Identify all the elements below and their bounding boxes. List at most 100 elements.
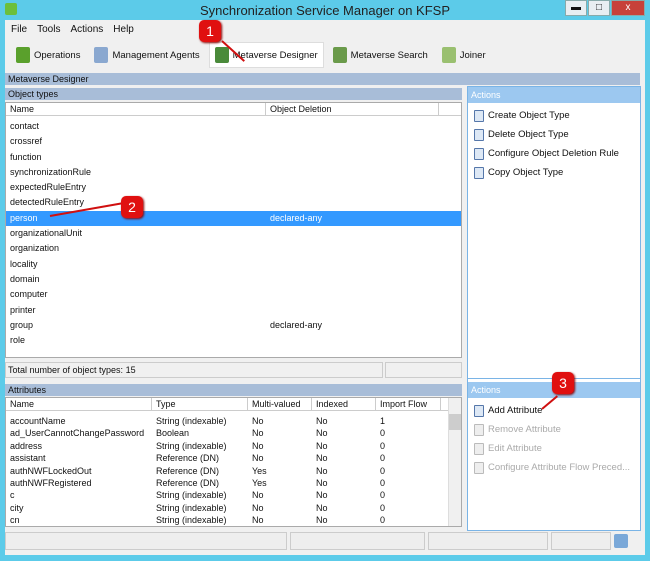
- attribute-cell: city: [10, 502, 24, 513]
- metaverse-search-button[interactable]: Metaverse Search: [328, 42, 433, 68]
- object-type-name: organization: [10, 243, 60, 254]
- object-type-row[interactable]: domain: [6, 272, 461, 287]
- close-button[interactable]: x: [611, 0, 645, 16]
- object-type-row[interactable]: crossref: [6, 134, 461, 149]
- object-type-row[interactable]: function: [6, 150, 461, 165]
- attribute-cell: No: [316, 502, 328, 513]
- attribute-row[interactable]: ad_UserCannotChangePassword Boolean No No 0: [6, 427, 448, 439]
- column-indexed[interactable]: Indexed: [312, 398, 376, 410]
- attribute-cell: String (indexable): [156, 440, 227, 451]
- metaverse-designer-label: Metaverse Designer: [232, 49, 318, 61]
- attribute-row[interactable]: assistant Reference (DN) No No 0: [6, 452, 448, 464]
- actions_top-item[interactable]: Create Object Type: [468, 106, 640, 125]
- joiner-label: Joiner: [459, 49, 486, 61]
- actions_top-item[interactable]: Delete Object Type: [468, 125, 640, 144]
- attribute-cell: No: [252, 502, 264, 513]
- attribute-row[interactable]: accountName String (indexable) No No 1: [6, 415, 448, 427]
- attribute-row[interactable]: address String (indexable) No No 0: [6, 440, 448, 452]
- attribute-cell: authNWFLockedOut: [10, 465, 92, 476]
- attribute-cell: No: [316, 490, 328, 501]
- object-type-row[interactable]: expectedRuleEntry: [6, 180, 461, 195]
- metaverse-designer-icon: [214, 47, 229, 63]
- column-import-flow[interactable]: Import Flow: [376, 398, 441, 410]
- object-type-row[interactable]: role: [6, 333, 461, 348]
- object-types-list[interactable]: Name Object Deletion contact crossref func…: [5, 102, 462, 358]
- action-label: Delete Object Type: [488, 129, 569, 140]
- object-type-name: synchronizationRule: [10, 166, 92, 177]
- attribute-row[interactable]: authNWFLockedOut Reference (DN) Yes No 0: [6, 465, 448, 477]
- attribute-cell: No: [252, 428, 264, 439]
- column-attr-name[interactable]: Name: [6, 398, 152, 410]
- connection-status-icon: [614, 534, 628, 548]
- object-type-row[interactable]: person declared-any: [6, 210, 461, 227]
- attribute-cell: Reference (DN): [156, 477, 220, 488]
- joiner-button[interactable]: Joiner: [437, 42, 491, 68]
- column-multi-valued[interactable]: Multi-valued: [248, 398, 312, 410]
- object-type-row[interactable]: computer: [6, 287, 461, 302]
- actions_top-item[interactable]: Copy Object Type: [468, 163, 640, 182]
- column-object-deletion[interactable]: Object Deletion: [266, 103, 439, 115]
- menu-actions[interactable]: Actions: [70, 22, 103, 38]
- attribute-cell: 0: [380, 490, 386, 501]
- attribute-cell: assistant: [10, 453, 46, 464]
- attribute-cell: accountName: [10, 416, 66, 426]
- object-type-row[interactable]: organization: [6, 241, 461, 256]
- menu-tools[interactable]: Tools: [37, 22, 60, 38]
- actions_bottom-item[interactable]: Remove Attribute: [468, 420, 640, 439]
- maximize-button[interactable]: □: [588, 0, 610, 16]
- actions_bottom-item[interactable]: Add Attribute: [468, 401, 640, 420]
- object-type-row[interactable]: contact: [6, 119, 461, 134]
- attribute-cell: 0: [380, 453, 386, 464]
- attribute-cell: String (indexable): [156, 416, 227, 426]
- object-type-name: expectedRuleEntry: [10, 182, 87, 193]
- object-type-name: group: [10, 319, 34, 330]
- menu-file[interactable]: File: [11, 22, 27, 38]
- operations-button[interactable]: Operations: [11, 42, 85, 68]
- object-type-row[interactable]: synchronizationRule: [6, 165, 461, 180]
- operations-icon: [16, 47, 30, 63]
- action-icon: [474, 166, 484, 179]
- callout-2: 2: [121, 196, 143, 218]
- object-type-row[interactable]: printer: [6, 303, 461, 318]
- menu-bar: File Tools Actions Help: [5, 22, 134, 38]
- attributes-scrollbar[interactable]: [448, 398, 461, 526]
- attributes-list[interactable]: Name Type Multi-valued Indexed Import Fl…: [5, 397, 462, 527]
- status-bar-pane: [428, 532, 548, 550]
- attribute-row[interactable]: authNWFRegistered Reference (DN) Yes No 0: [6, 477, 448, 489]
- minimize-button[interactable]: ▬: [565, 0, 587, 16]
- toolbar: Operations Management Agents Metaverse D…: [5, 40, 491, 70]
- object-type-row[interactable]: detectedRuleEntry: [6, 195, 461, 210]
- actions_bottom-item[interactable]: Edit Attribute: [468, 439, 640, 458]
- attribute-row[interactable]: cn String (indexable) No No 0: [6, 514, 448, 526]
- attribute-cell: String (indexable): [156, 515, 227, 526]
- attribute-cell: No: [252, 453, 264, 464]
- status-bar-pane: [551, 532, 611, 550]
- attribute-cell: cn: [10, 515, 20, 526]
- window-title: Synchronization Service Manager on KFSP: [199, 3, 450, 18]
- object-type-row[interactable]: group declared-any: [6, 318, 461, 333]
- actions_bottom-item[interactable]: Configure Attribute Flow Preced...: [468, 458, 640, 477]
- attribute-cell: 1: [380, 416, 386, 426]
- menu-help[interactable]: Help: [113, 22, 134, 38]
- attribute-row[interactable]: city String (indexable) No No 0: [6, 502, 448, 514]
- scrollbar-thumb[interactable]: [449, 414, 461, 430]
- attributes-column-header: Name Type Multi-valued Indexed Import Fl…: [6, 398, 461, 411]
- attribute-cell: No: [252, 440, 264, 451]
- column-name[interactable]: Name: [6, 103, 266, 115]
- action-label: Copy Object Type: [488, 167, 564, 178]
- object-type-row[interactable]: organizationalUnit: [6, 226, 461, 241]
- object-type-row[interactable]: locality: [6, 257, 461, 272]
- actions_top-item[interactable]: Configure Object Deletion Rule: [468, 144, 640, 163]
- attribute-cell: ad_UserCannotChangePassword: [10, 428, 145, 439]
- callout-3: 3: [552, 372, 574, 394]
- attribute-cell: String (indexable): [156, 490, 227, 501]
- management-agents-label: Management Agents: [112, 49, 200, 61]
- object-type-name: role: [10, 335, 26, 346]
- attribute-cell: No: [316, 440, 328, 451]
- attribute-row[interactable]: c String (indexable) No No 0: [6, 489, 448, 501]
- action-icon: [474, 423, 484, 436]
- management-agents-button[interactable]: Management Agents: [89, 42, 204, 68]
- object-deletion: declared-any: [270, 319, 323, 330]
- object-type-name: domain: [10, 273, 40, 284]
- column-type[interactable]: Type: [152, 398, 248, 410]
